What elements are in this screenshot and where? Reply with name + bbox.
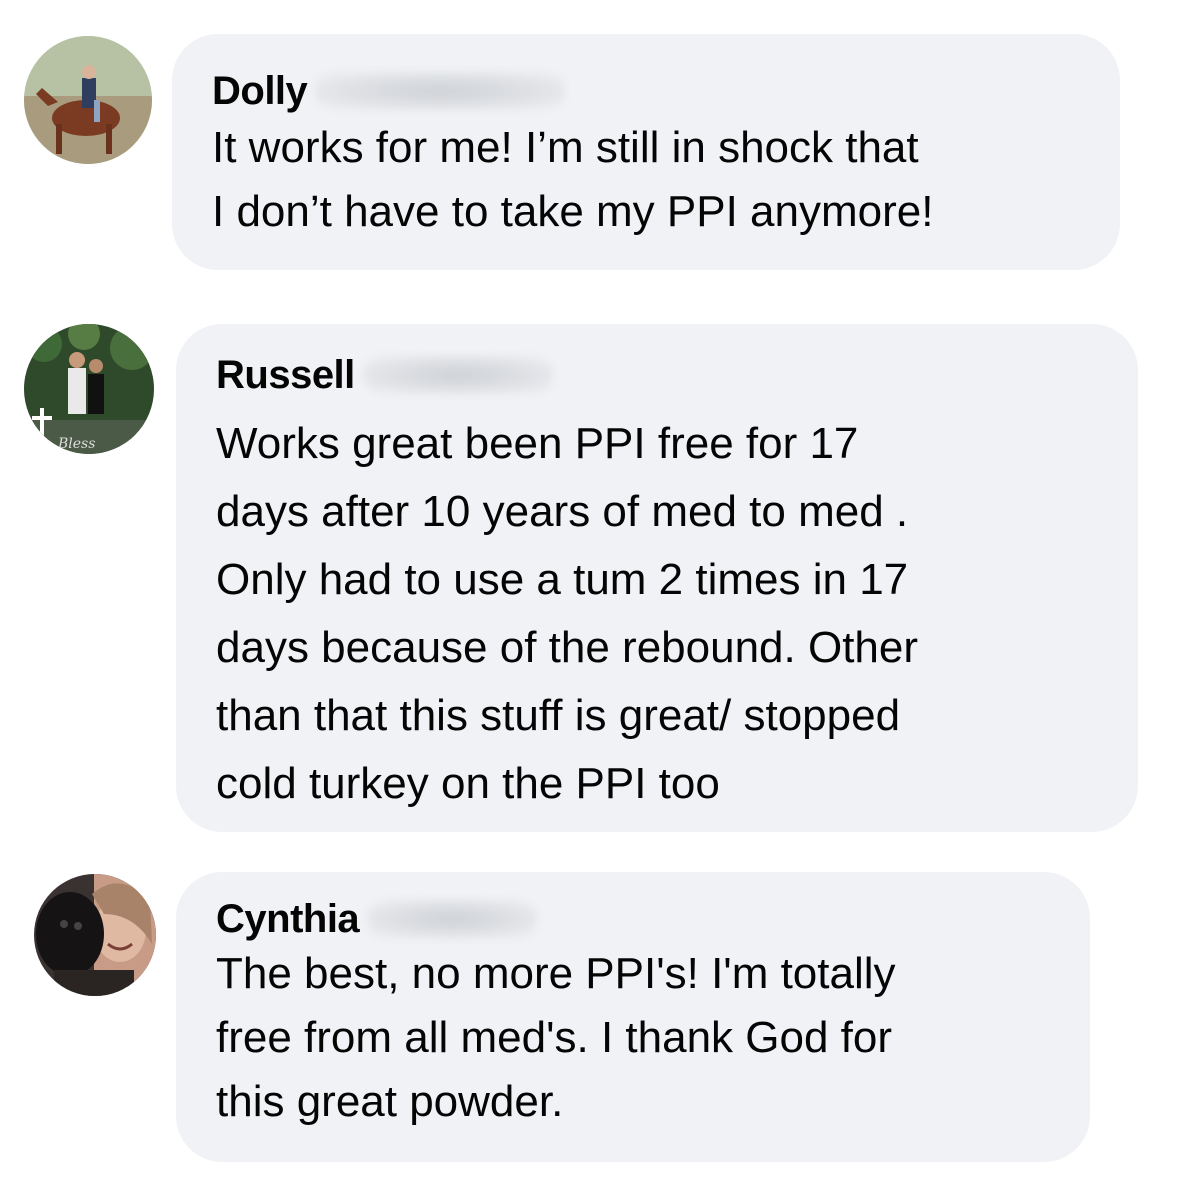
woman-with-dog-avatar-image <box>34 874 156 996</box>
comment-text: It works for me! I’m still in shock that… <box>212 114 1120 246</box>
svg-text:Bless: Bless <box>57 436 95 452</box>
comment-line: than that this stuff is great/ stopped <box>216 691 901 740</box>
redacted-surname <box>315 72 566 110</box>
comment-header: Russell <box>216 348 1138 402</box>
comment-line: I don’t have to take my PPI anymore! <box>212 187 934 236</box>
author-name[interactable]: Russell <box>216 353 355 398</box>
redacted-surname <box>362 356 553 394</box>
comment-line: days because of the rebound. Other <box>216 623 919 672</box>
avatar-russell[interactable]: Bless <box>24 324 154 454</box>
comment-bubble-russell: Russell Works great been PPI free for 17… <box>176 324 1138 832</box>
comment-line: It works for me! I’m still in shock that <box>212 123 919 172</box>
comment-line: cold turkey on the PPI too <box>216 759 720 808</box>
avatar-dolly[interactable] <box>24 36 152 164</box>
comment-line: The best, no more PPI's! I'm totally <box>216 949 896 998</box>
comment-line: Works great been PPI free for 17 <box>216 419 859 468</box>
avatar-cynthia[interactable] <box>34 874 156 996</box>
horse-rider-avatar-image <box>24 36 152 164</box>
comment-line: this great powder. <box>216 1077 564 1126</box>
comment-line: free from all med's. I thank God for <box>216 1013 893 1062</box>
comment-text: Works great been PPI free for 17 days af… <box>216 410 1138 818</box>
couple-avatar-image: Bless <box>24 324 154 454</box>
author-name[interactable]: Dolly <box>212 69 308 114</box>
comment-bubble-dolly: Dolly It works for me! I’m still in shoc… <box>172 34 1120 270</box>
comment-bubble-cynthia: Cynthia The best, no more PPI's! I'm tot… <box>176 872 1090 1162</box>
comment-line: days after 10 years of med to med . <box>216 487 909 536</box>
redacted-surname <box>367 900 538 938</box>
comment-header: Dolly <box>212 64 1120 118</box>
comment-text: The best, no more PPI's! I'm totally fre… <box>216 942 1090 1134</box>
comment-header: Cynthia <box>216 892 1090 946</box>
author-name[interactable]: Cynthia <box>216 897 360 942</box>
comment-line: Only had to use a tum 2 times in 17 <box>216 555 909 604</box>
